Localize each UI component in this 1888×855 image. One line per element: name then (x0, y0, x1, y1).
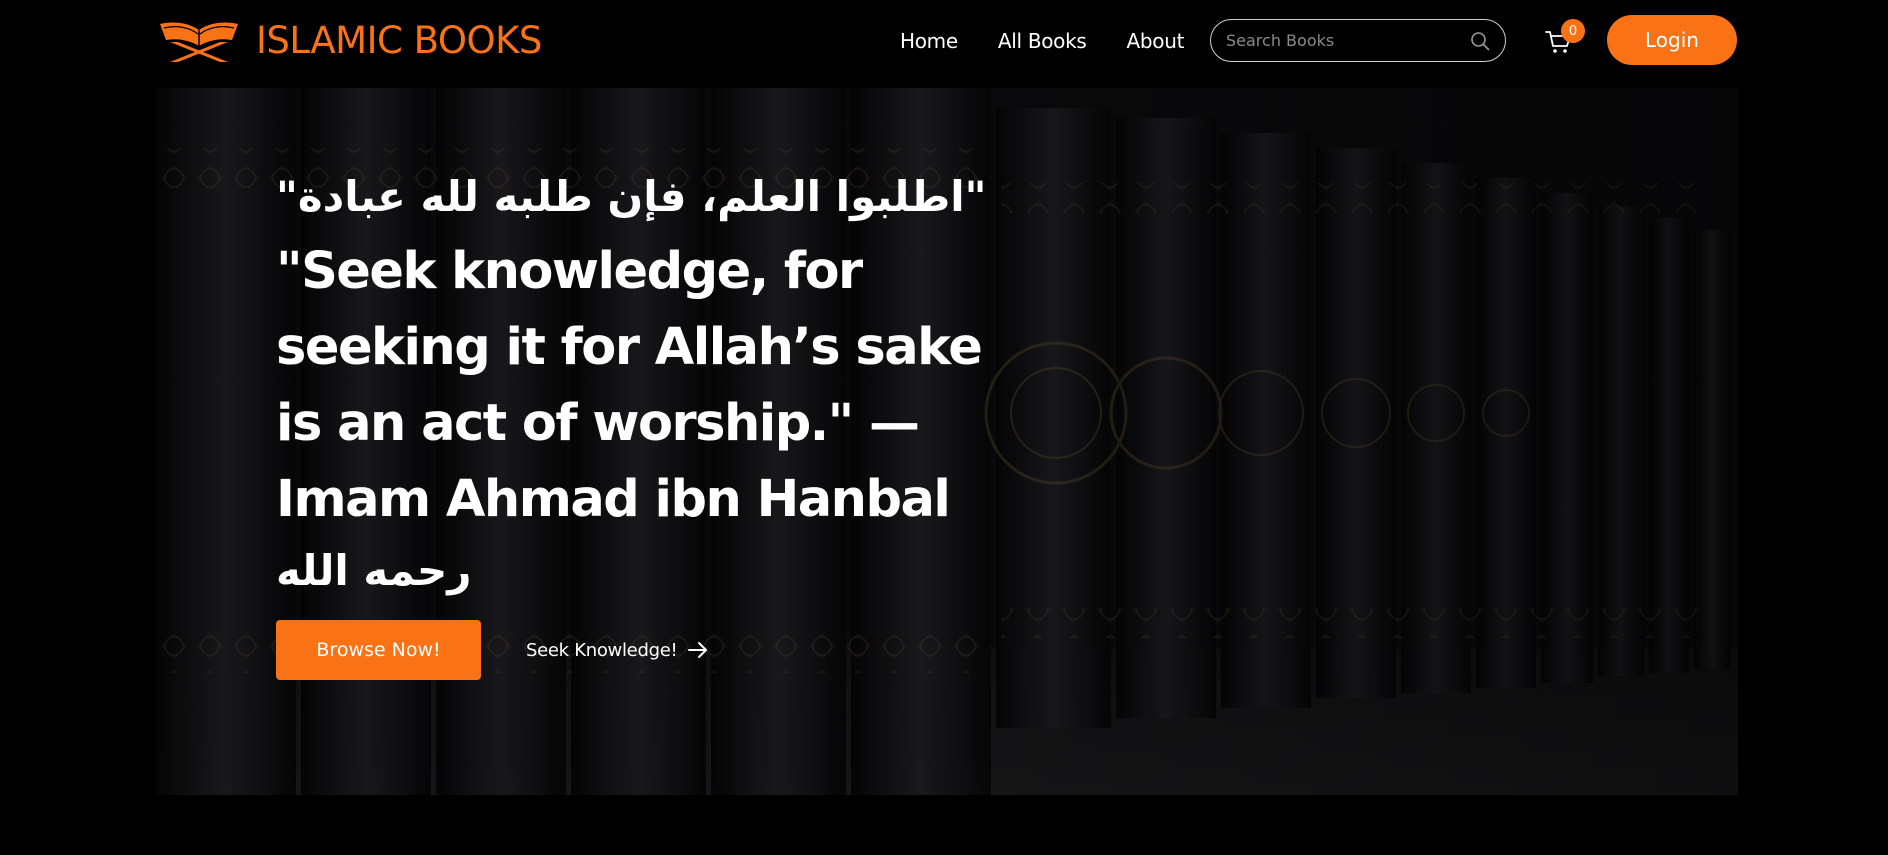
quote-arabic: "اطلبوا العلم، فإن طلبه لله عبادة" (276, 172, 987, 221)
quote-arabic-honorific: رحمه الله (276, 546, 472, 595)
browse-now-button[interactable]: Browse Now! (276, 620, 481, 680)
quran-on-stand-icon (160, 22, 238, 62)
brand-name: ISLAMIC BOOKS (256, 18, 542, 62)
hero-section: "اطلبوا العلم، فإن طلبه لله عبادة" "Seek… (156, 88, 1738, 795)
seek-knowledge-label: Seek Knowledge! (526, 639, 678, 661)
nav-link-about[interactable]: About (1127, 29, 1185, 53)
search-icon[interactable] (1469, 30, 1491, 52)
nav-link-all-books[interactable]: All Books (998, 29, 1087, 53)
quote-english: "Seek knowledge, for seeking it for Alla… (276, 242, 983, 529)
login-button[interactable]: Login (1607, 15, 1737, 65)
search-box (1210, 19, 1506, 62)
cart-count-badge: 0 (1561, 19, 1585, 43)
navbar: ISLAMIC BOOKS Home All Books About 0 Log… (0, 0, 1888, 82)
brand-logo[interactable]: ISLAMIC BOOKS (156, 14, 542, 66)
hero-quote: "اطلبوا العلم، فإن طلبه لله عبادة" "Seek… (276, 166, 1036, 602)
nav-link-home[interactable]: Home (900, 29, 958, 53)
seek-knowledge-link[interactable]: Seek Knowledge! (526, 636, 709, 664)
cart-button[interactable]: 0 (1544, 19, 1585, 58)
search-input[interactable] (1226, 31, 1469, 50)
main-nav: Home All Books About (900, 26, 1184, 56)
arrow-right-icon (688, 642, 708, 658)
